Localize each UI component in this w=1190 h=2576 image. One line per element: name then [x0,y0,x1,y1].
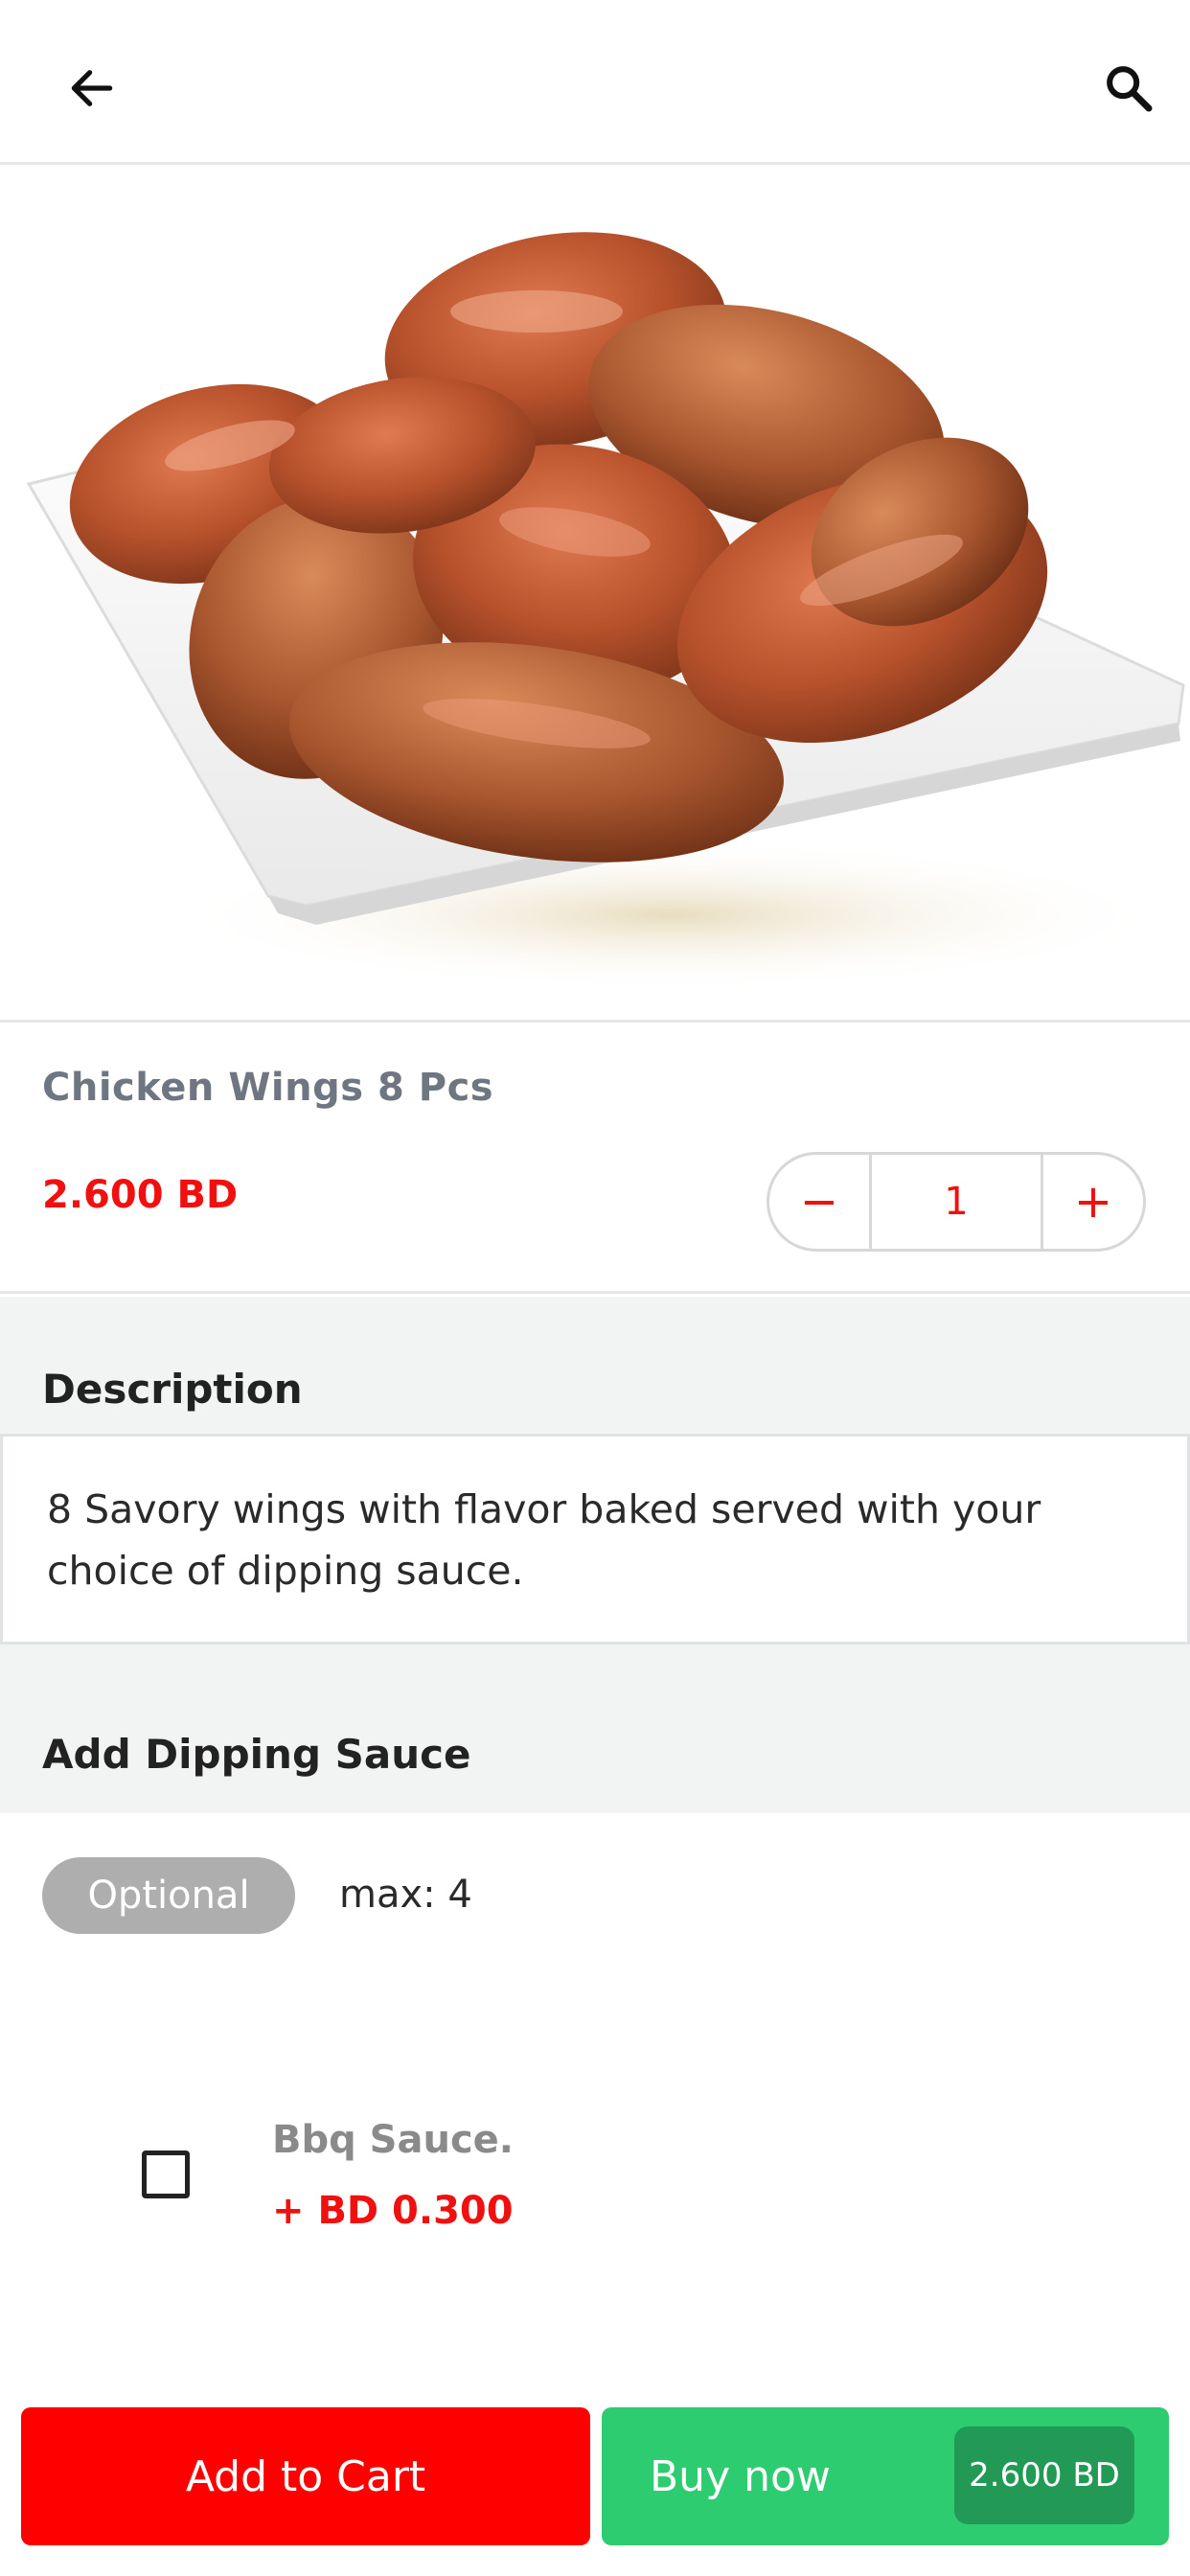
description-box: 8 Savory wings with flavor baked served … [0,1434,1190,1644]
product-image [0,168,1190,1023]
sauce-option-name: Bbq Sauce. [272,2118,514,2162]
bbq-sauce-checkbox[interactable] [142,2150,190,2198]
buy-now-label: Buy now [650,2451,831,2501]
chicken-wings-photo [26,232,1185,992]
quantity-stepper: − 1 + [767,1152,1146,1252]
buy-now-button[interactable]: Buy now 2.600 BD [602,2407,1169,2545]
sauce-option-price: + BD 0.300 [272,2189,514,2233]
decrement-button[interactable]: − [769,1155,869,1249]
bottom-action-bar: Add to Cart Buy now 2.600 BD [0,2407,1190,2576]
back-button[interactable] [46,42,138,134]
dipping-sauce-heading: Add Dipping Sauce [42,1731,471,1778]
product-info: Chicken Wings 8 Pcs 2.600 BD − 1 + [0,1025,1190,1294]
arrow-left-icon [71,70,113,106]
quantity-value: 1 [869,1155,1043,1249]
product-price: 2.600 BD [42,1173,239,1217]
search-icon [1107,66,1153,112]
product-title: Chicken Wings 8 Pcs [42,1066,494,1110]
description-text: 8 Savory wings with flavor baked served … [47,1486,1041,1594]
search-button[interactable] [1083,42,1175,134]
increment-button[interactable]: + [1043,1155,1143,1249]
buy-now-price: 2.600 BD [954,2426,1134,2524]
dipping-sauce-header: Add Dipping Sauce [0,1644,1190,1813]
description-header: Description [0,1297,1190,1434]
add-to-cart-button[interactable]: Add to Cart [21,2407,590,2545]
optional-badge: Optional [42,1857,295,1934]
max-selection-label: max: 4 [339,1873,472,1917]
app-header [0,0,1190,165]
description-heading: Description [42,1366,303,1413]
dipping-sauce-options: Optional max: 4 Bbq Sauce. + BD 0.300 [0,1813,1190,2407]
